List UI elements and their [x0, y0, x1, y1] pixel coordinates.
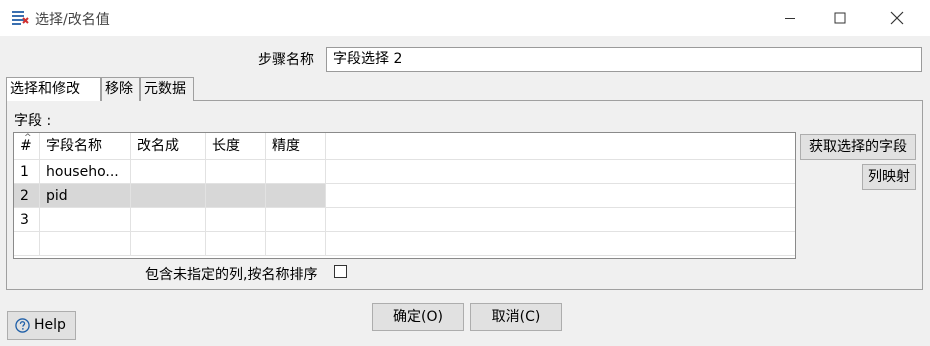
length-cell[interactable] [206, 184, 266, 207]
fields-table[interactable]: ^ # 字段名称 改名成 长度 精度 1 househo... 2 pid 3 [13, 132, 796, 259]
table-row-empty [14, 232, 795, 256]
column-header-precision[interactable]: 精度 [266, 133, 326, 159]
row-number: 2 [14, 184, 40, 207]
tab-metadata[interactable]: 元数据 [140, 77, 194, 101]
step-name-input[interactable]: 字段选择 2 [326, 47, 922, 72]
cancel-button[interactable]: 取消(C) [470, 303, 562, 331]
rename-cell[interactable] [131, 184, 206, 207]
step-name-label: 步骤名称 [258, 52, 314, 68]
help-button[interactable]: Help [7, 311, 76, 340]
field-name-cell[interactable]: pid [40, 184, 131, 207]
precision-cell[interactable] [266, 184, 326, 207]
row-number: 3 [14, 208, 40, 231]
length-cell[interactable] [206, 208, 266, 231]
empty-cell [206, 232, 266, 255]
column-header-num[interactable]: # [14, 133, 40, 159]
length-cell[interactable] [206, 160, 266, 183]
precision-cell[interactable] [266, 160, 326, 183]
fields-label: 字段 : [14, 113, 52, 129]
empty-cell [266, 232, 326, 255]
table-row[interactable]: 2 pid [14, 184, 795, 208]
maximize-icon [834, 12, 846, 24]
table-header-row: ^ # 字段名称 改名成 长度 精度 [14, 133, 795, 160]
minimize-icon [785, 18, 795, 19]
empty-cell [40, 232, 131, 255]
row-number: 1 [14, 160, 40, 183]
column-mapping-button[interactable]: 列映射 [862, 164, 916, 190]
include-unspecified-label: 包含未指定的列,按名称排序 [145, 267, 318, 283]
column-header-field-name[interactable]: 字段名称 [40, 133, 131, 159]
field-name-cell[interactable] [40, 208, 131, 231]
table-row[interactable]: 1 househo... [14, 160, 795, 184]
select-values-icon [12, 11, 29, 25]
tab-select-modify[interactable]: 选择和修改 [6, 77, 101, 101]
close-button[interactable] [874, 0, 920, 36]
title-bar: 选择/改名值 [0, 0, 930, 36]
rename-cell[interactable] [131, 208, 206, 231]
empty-cell [131, 232, 206, 255]
tab-remove[interactable]: 移除 [101, 77, 140, 101]
column-header-rename[interactable]: 改名成 [131, 133, 206, 159]
window-title: 选择/改名值 [35, 12, 110, 28]
precision-cell[interactable] [266, 208, 326, 231]
field-name-cell[interactable]: househo... [40, 160, 131, 183]
rename-cell[interactable] [131, 160, 206, 183]
include-unspecified-checkbox[interactable] [334, 265, 347, 278]
get-selected-fields-button[interactable]: 获取选择的字段 [800, 134, 916, 160]
row-number-empty [14, 232, 40, 255]
maximize-button[interactable] [817, 0, 863, 36]
column-header-length[interactable]: 长度 [206, 133, 266, 159]
close-icon [890, 11, 904, 25]
help-label: Help [34, 317, 66, 333]
table-row[interactable]: 3 [14, 208, 795, 232]
minimize-button[interactable] [767, 0, 813, 36]
ok-button[interactable]: 确定(O) [372, 303, 464, 331]
help-icon [15, 318, 30, 333]
